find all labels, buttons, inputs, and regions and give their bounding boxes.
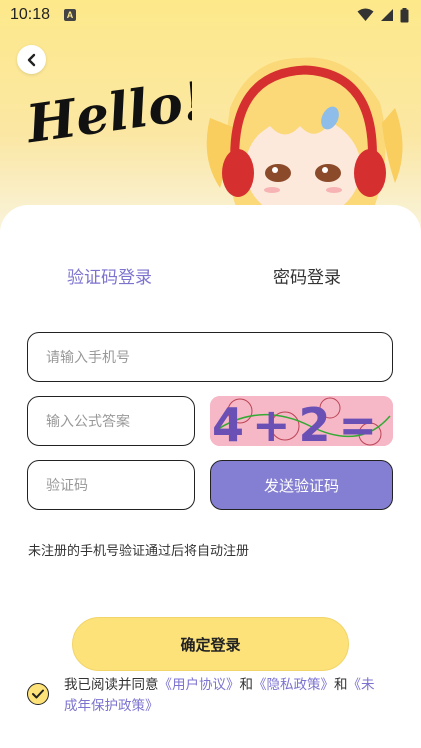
send-code-button[interactable]: 发送验证码 bbox=[210, 460, 393, 510]
signal-icon bbox=[381, 9, 393, 21]
send-code-label: 发送验证码 bbox=[263, 476, 339, 495]
notification-a-icon: A bbox=[64, 9, 77, 21]
battery-icon bbox=[400, 7, 409, 22]
chevron-left-icon bbox=[27, 53, 35, 66]
verification-code-input[interactable]: 验证码 bbox=[27, 460, 195, 510]
tab-password-login[interactable]: 密码登录 bbox=[273, 263, 341, 288]
captcha-image[interactable]: 4+2= bbox=[210, 396, 393, 446]
wifi-icon bbox=[357, 8, 374, 21]
agreement-prefix: 我已阅读并同意 bbox=[64, 677, 159, 693]
hello-logo: Hello! bbox=[22, 70, 192, 150]
agreement-and-1: 和 bbox=[239, 677, 254, 693]
confirm-login-label: 确定登录 bbox=[180, 635, 241, 654]
agreement-checkbox[interactable] bbox=[27, 683, 49, 705]
auto-register-hint: 未注册的手机号验证通过后将自动注册 bbox=[28, 544, 250, 559]
tab-sms-login[interactable]: 验证码登录 bbox=[67, 263, 152, 288]
hello-text: Hello! bbox=[22, 70, 192, 150]
phone-placeholder: 请输入手机号 bbox=[46, 350, 130, 366]
captcha-text: 4+2= bbox=[212, 398, 385, 446]
check-icon bbox=[32, 689, 44, 699]
status-time: 10:18 bbox=[10, 6, 51, 23]
agreement-and-2: 和 bbox=[334, 677, 348, 693]
code-placeholder: 验证码 bbox=[46, 478, 88, 494]
formula-placeholder: 输入公式答案 bbox=[46, 414, 130, 430]
status-icons bbox=[357, 7, 409, 23]
formula-answer-input[interactable]: 输入公式答案 bbox=[27, 396, 195, 446]
confirm-login-button[interactable]: 确定登录 bbox=[72, 617, 349, 671]
agreement-text: 我已阅读并同意《用户协议》和《隐私政策》和《未成年保护政策》 bbox=[64, 675, 384, 717]
privacy-policy-link[interactable]: 《隐私政策》 bbox=[253, 677, 334, 693]
captcha-graphic: 4+2= bbox=[210, 396, 393, 446]
phone-input[interactable]: 请输入手机号 bbox=[27, 332, 393, 382]
user-agreement-link[interactable]: 《用户协议》 bbox=[159, 677, 240, 693]
status-bar: 10:18 A bbox=[0, 0, 421, 30]
login-tabs: 验证码登录 密码登录 bbox=[0, 263, 421, 293]
